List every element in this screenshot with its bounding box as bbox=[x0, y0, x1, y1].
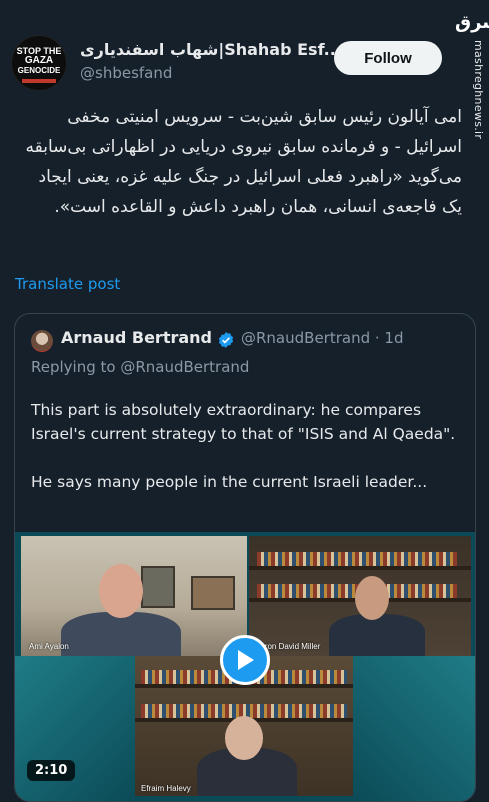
translate-post-link[interactable]: Translate post bbox=[15, 275, 120, 293]
quote-text: This part is absolutely extraordinary: h… bbox=[31, 398, 461, 518]
quote-replying-to: Replying to @RnaudBertrand bbox=[31, 358, 250, 376]
quote-author-handle-time[interactable]: @RnaudBertrand · 1d bbox=[241, 329, 403, 347]
avatar-bar bbox=[22, 79, 56, 83]
video-name-tag-3: Efraim Halevy bbox=[141, 784, 191, 793]
books bbox=[257, 552, 457, 566]
author-handle[interactable]: @shbesfand bbox=[80, 64, 172, 82]
speaker-head bbox=[225, 716, 263, 760]
quote-author-name[interactable]: Arnaud Bertrand bbox=[61, 328, 212, 347]
play-button[interactable] bbox=[220, 635, 270, 685]
video-panel-speaker-1: Ami Ayalon bbox=[21, 536, 247, 656]
speaker-body bbox=[61, 612, 181, 656]
play-icon bbox=[238, 650, 254, 670]
quote-paragraph-2: He says many people in the current Israe… bbox=[31, 473, 428, 491]
author-avatar[interactable]: STOP THE GAZA GENOCIDE bbox=[12, 36, 66, 90]
quote-paragraph-1: This part is absolutely extraordinary: h… bbox=[31, 401, 456, 443]
quote-author-avatar[interactable] bbox=[31, 330, 53, 352]
follow-button[interactable]: Follow bbox=[334, 41, 442, 75]
avatar-text-line3: GENOCIDE bbox=[17, 66, 61, 75]
watermark-logo: مشرق bbox=[455, 12, 489, 33]
video-name-tag-1: Ami Ayalon bbox=[29, 642, 69, 651]
speaker-body bbox=[329, 614, 425, 656]
video-panel-speaker-2: Aaron David Miller bbox=[249, 536, 471, 656]
video-background-right bbox=[353, 656, 475, 801]
video-player[interactable]: Ami Ayalon Aaron David Miller Efraim Hal… bbox=[15, 532, 475, 801]
wall-picture bbox=[191, 576, 235, 610]
speaker-head bbox=[355, 576, 389, 620]
speaker-head bbox=[99, 564, 143, 618]
author-display-name[interactable]: شهاب اسفندیاری|Shahab Esf... bbox=[80, 40, 342, 59]
video-duration: 2:10 bbox=[27, 760, 76, 781]
bookshelf bbox=[249, 566, 471, 570]
avatar-text-line2: GAZA bbox=[24, 55, 54, 66]
post-text: امی آیالون رئیس سابق شین‌بت - سرویس امنی… bbox=[25, 107, 462, 217]
quoted-post[interactable]: Arnaud Bertrand @RnaudBertrand · 1d Repl… bbox=[14, 313, 476, 802]
verified-badge-icon bbox=[218, 332, 234, 348]
wall-picture bbox=[141, 566, 175, 608]
watermark-url: mashreghnews.ir bbox=[472, 40, 485, 140]
